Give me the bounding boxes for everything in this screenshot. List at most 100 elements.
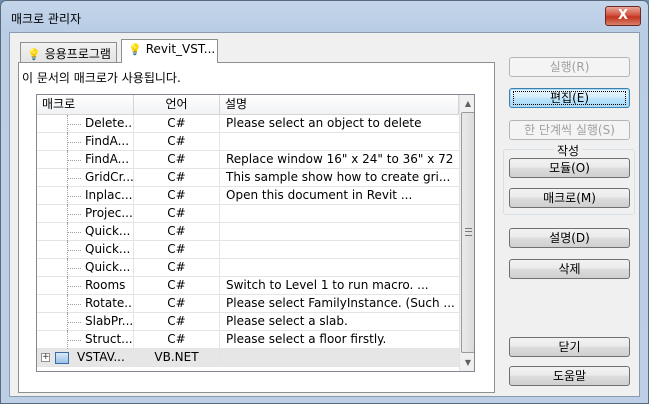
macro-name: GridCr... bbox=[85, 170, 134, 184]
macro-row[interactable]: SlabPr... C# Please select a slab. bbox=[37, 313, 459, 331]
macro-name: Rooms bbox=[85, 278, 126, 292]
macro-language: C# bbox=[134, 205, 220, 223]
macro-name-cell: Rotate... bbox=[37, 295, 134, 313]
lightbulb-icon: 💡 bbox=[27, 48, 41, 61]
macro-row[interactable]: Quick... C# bbox=[37, 259, 459, 277]
macro-row[interactable]: Rotate... C# Please select FamilyInstanc… bbox=[37, 295, 459, 313]
grip-icon bbox=[465, 228, 472, 236]
macro-row[interactable]: Struct... C# Please select a floor first… bbox=[37, 331, 459, 349]
macro-name-cell: Quick... bbox=[37, 241, 134, 259]
macro-description bbox=[220, 223, 459, 241]
run-button[interactable]: 실행(R) bbox=[509, 57, 630, 77]
lightbulb-icon: 💡 bbox=[128, 43, 142, 56]
macro-name: FindA... bbox=[85, 152, 130, 166]
macro-language: C# bbox=[134, 115, 220, 133]
edit-button[interactable]: 편집(E) bbox=[509, 88, 630, 108]
macro-description: Replace window 16" x 24" to 36" x 72 bbox=[226, 152, 454, 166]
step-into-button[interactable]: 한 단계씩 실행(S) bbox=[509, 120, 630, 140]
macro-name-cell: Inplac... bbox=[37, 187, 134, 205]
macro-language: C# bbox=[134, 313, 220, 331]
macro-row[interactable]: Inplac... C# Open this document in Revit… bbox=[37, 187, 459, 205]
macro-name: Quick... bbox=[85, 224, 131, 238]
macro-row[interactable]: FindA... C# Replace window 16" x 24" to … bbox=[37, 151, 459, 169]
macro-name-cell: Projec... bbox=[37, 205, 134, 223]
macro-language: C# bbox=[134, 259, 220, 277]
macro-name: Quick... bbox=[85, 260, 131, 274]
project-description bbox=[220, 349, 459, 367]
macro-name: SlabPr... bbox=[85, 314, 134, 328]
window-title: 매크로 관리자 bbox=[11, 12, 82, 26]
vertical-scrollbar[interactable]: ▲ ▼ bbox=[459, 95, 474, 371]
column-header-language[interactable]: 언어 bbox=[134, 95, 220, 115]
description-button[interactable]: 설명(D) bbox=[509, 228, 630, 248]
macro-row[interactable]: Quick... C# bbox=[37, 223, 459, 241]
macro-name-cell: SlabPr... bbox=[37, 313, 134, 331]
macro-description bbox=[220, 259, 459, 277]
macro-language: C# bbox=[134, 241, 220, 259]
macro-name: Inplac... bbox=[85, 188, 133, 202]
project-name-cell: + VSTAV... bbox=[37, 349, 134, 367]
macro-language: C# bbox=[134, 277, 220, 295]
macro-name: Delete... bbox=[85, 116, 134, 130]
macro-name: Struct... bbox=[85, 332, 133, 346]
title-bar[interactable]: 매크로 관리자 X bbox=[1, 1, 648, 31]
help-button[interactable]: 도움말 bbox=[509, 366, 630, 386]
macro-list-grid[interactable]: 매크로 언어 설명 Delete... C# Please select an … bbox=[36, 94, 475, 372]
grid-header: 매크로 언어 설명 bbox=[37, 95, 459, 115]
macro-name-cell: Quick... bbox=[37, 259, 134, 277]
focus-rectangle bbox=[513, 91, 626, 105]
macro-name-cell: FindA... bbox=[37, 151, 134, 169]
project-language: VB.NET bbox=[134, 349, 220, 367]
macro-row[interactable]: Rooms C# Switch to Level 1 to run macro.… bbox=[37, 277, 459, 295]
macro-description bbox=[220, 205, 459, 223]
macro-description: Please select a slab. bbox=[226, 314, 348, 328]
macro-language: C# bbox=[134, 331, 220, 349]
tab-application[interactable]: 💡 응용프로그램 bbox=[20, 42, 117, 63]
tab-revit-vst-label: Revit_VST... bbox=[145, 42, 216, 56]
macro-row[interactable]: Projec... C# bbox=[37, 205, 459, 223]
macro-language: C# bbox=[134, 187, 220, 205]
column-header-macro[interactable]: 매크로 bbox=[37, 95, 134, 115]
macro-name-cell: GridCr... bbox=[37, 169, 134, 187]
delete-button[interactable]: 삭제 bbox=[509, 259, 630, 279]
macro-language: C# bbox=[134, 169, 220, 187]
macro-name-cell: Quick... bbox=[37, 223, 134, 241]
macro-language: C# bbox=[134, 151, 220, 169]
close-button[interactable]: 닫기 bbox=[509, 337, 630, 357]
grid-rows: Delete... C# Please select an object to … bbox=[37, 115, 459, 367]
column-header-description[interactable]: 설명 bbox=[220, 95, 459, 115]
macro-row[interactable]: FindA... C# bbox=[37, 133, 459, 151]
macro-name: Projec... bbox=[85, 206, 133, 220]
macro-description: This sample show how to create gri... bbox=[226, 170, 451, 184]
project-name: VSTAV... bbox=[77, 350, 125, 364]
expand-plus-icon[interactable]: + bbox=[41, 353, 50, 362]
project-row[interactable]: + VSTAV... VB.NET bbox=[37, 349, 459, 367]
macro-language: C# bbox=[134, 133, 220, 151]
macro-description: Please select a floor firstly. bbox=[226, 332, 387, 346]
macro-name-cell: Struct... bbox=[37, 331, 134, 349]
macro-description: Open this document in Revit ... bbox=[226, 188, 413, 202]
project-icon bbox=[55, 352, 69, 364]
scroll-down-icon[interactable]: ▼ bbox=[460, 354, 474, 371]
macro-name: FindA... bbox=[85, 134, 130, 148]
macro-name-cell: FindA... bbox=[37, 133, 134, 151]
macro-description: Please select FamilyInstance. (Such ... bbox=[226, 296, 455, 310]
panel-caption: 이 문서의 매크로가 사용됩니다. bbox=[22, 71, 181, 85]
macro-description bbox=[220, 241, 459, 259]
macro-button[interactable]: 매크로(M) bbox=[509, 188, 630, 208]
macro-row[interactable]: Quick... C# bbox=[37, 241, 459, 259]
close-window-button[interactable]: X bbox=[605, 6, 641, 26]
tab-revit-vst[interactable]: 💡 Revit_VST... bbox=[121, 39, 218, 63]
tab-application-label: 응용프로그램 bbox=[44, 47, 111, 61]
macro-name: Rotate... bbox=[85, 296, 134, 310]
scrollbar-thumb[interactable] bbox=[461, 112, 474, 353]
macro-name-cell: Rooms bbox=[37, 277, 134, 295]
scroll-up-icon[interactable]: ▲ bbox=[460, 95, 474, 112]
macro-row[interactable]: Delete... C# Please select an object to … bbox=[37, 115, 459, 133]
macro-row[interactable]: GridCr... C# This sample show how to cre… bbox=[37, 169, 459, 187]
module-button[interactable]: 모듈(O) bbox=[509, 158, 630, 178]
create-group-label: 작성 bbox=[554, 142, 583, 159]
macro-description bbox=[220, 133, 459, 151]
macro-description: Please select an object to delete bbox=[226, 116, 422, 130]
macro-description: Switch to Level 1 to run macro. ... bbox=[226, 278, 429, 292]
